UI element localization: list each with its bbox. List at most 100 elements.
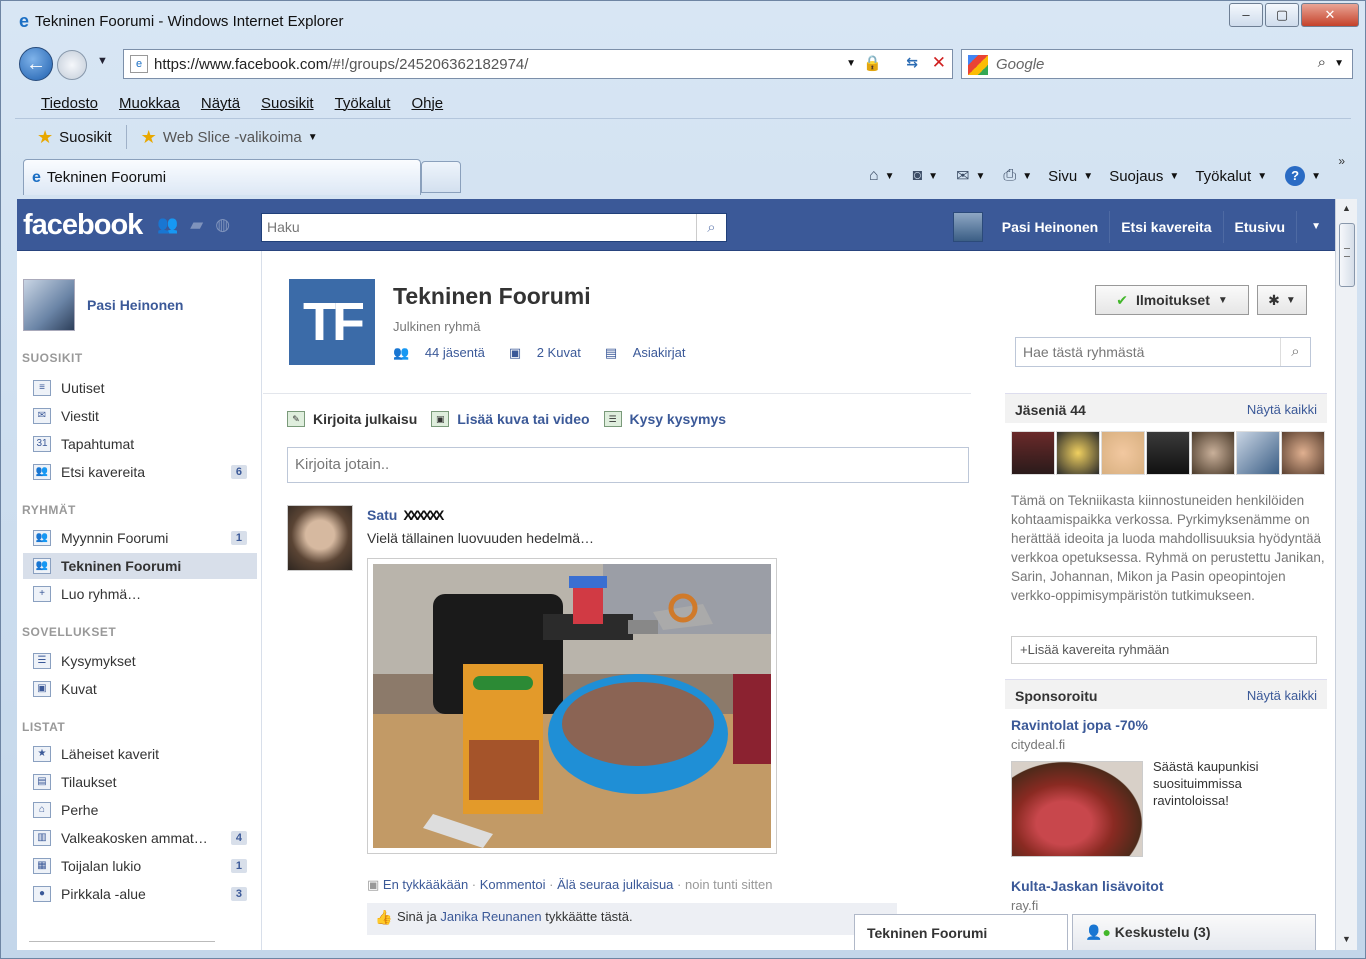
post-author-name[interactable]: Satu XXXXXX (367, 507, 444, 523)
safety-menu[interactable]: Suojaus (1109, 168, 1163, 185)
facebook-logo[interactable]: facebook (23, 209, 143, 242)
user-avatar[interactable] (952, 212, 983, 242)
add-photo-tab[interactable]: Lisää kuva tai video (457, 411, 589, 427)
forward-button[interactable] (57, 50, 87, 80)
scroll-up-icon[interactable]: ▲ (1342, 203, 1351, 213)
ad-domain[interactable]: citydeal.fi (1011, 737, 1065, 752)
new-tab-button[interactable] (421, 161, 461, 193)
sidebar-profile[interactable]: Pasi Heinonen (23, 279, 183, 331)
notifications-button[interactable]: ✔ Ilmoitukset ▼ (1095, 285, 1249, 315)
mail-dropdown-icon[interactable]: ▼ (975, 171, 985, 182)
tools-menu[interactable]: Työkalut (1195, 168, 1251, 185)
post-author-avatar[interactable] (287, 505, 353, 571)
menu-edit[interactable]: Muokkaa (119, 95, 180, 112)
refresh-icon[interactable]: ⇆ (906, 54, 918, 71)
member-avatar[interactable] (1236, 431, 1280, 475)
liker-name-link[interactable]: Janika Reunanen (440, 909, 541, 924)
friend-requests-icon[interactable]: 👥 (157, 215, 178, 235)
feeds-dropdown-icon[interactable]: ▼ (928, 171, 938, 182)
close-button[interactable]: ✕ (1301, 3, 1359, 27)
help-icon[interactable]: ? (1285, 166, 1306, 186)
docs-link[interactable]: ▤ Asiakirjat (605, 345, 698, 361)
menu-favorites[interactable]: Suosikit (261, 95, 314, 112)
feeds-icon[interactable]: ◙ (912, 167, 922, 185)
group-search-icon[interactable]: ⌕ (1280, 338, 1310, 366)
sponsored-see-all-link[interactable]: Näytä kaikki (1247, 688, 1317, 703)
menu-tools[interactable]: Työkalut (335, 95, 391, 112)
member-avatar[interactable] (1056, 431, 1100, 475)
sidebar-item-subscriptions[interactable]: ▤ Tilaukset (23, 769, 257, 795)
favorites-button[interactable]: Suosikit (59, 129, 112, 146)
sidebar-item-create-group[interactable]: + Luo ryhmä… (23, 581, 257, 607)
more-commands-icon[interactable]: » (1338, 154, 1345, 168)
member-avatar[interactable] (1281, 431, 1325, 475)
add-friends-button[interactable]: +Lisää kavereita ryhmään (1011, 636, 1317, 664)
facebook-search-icon[interactable]: ⌕ (696, 214, 726, 241)
vertical-scrollbar[interactable]: ▲ ▼ (1335, 199, 1357, 950)
scroll-down-icon[interactable]: ▼ (1342, 934, 1351, 944)
profile-name[interactable]: Pasi Heinonen (87, 297, 183, 313)
nav-home-link[interactable]: Etusivu (1222, 211, 1297, 243)
tools-menu-dropdown-icon[interactable]: ▼ (1257, 171, 1267, 182)
minimize-button[interactable]: ‒ (1229, 3, 1263, 27)
comment-link[interactable]: Kommentoi (480, 877, 546, 892)
sidebar-item-find-friends[interactable]: 👥 Etsi kavereita 6 (23, 459, 257, 485)
members-see-all-link[interactable]: Näytä kaikki (1247, 402, 1317, 417)
page-menu-dropdown-icon[interactable]: ▼ (1083, 171, 1093, 182)
sidebar-item-pirkkala[interactable]: ● Pirkkala -alue 3 (23, 881, 257, 907)
sidebar-item-sales-forum[interactable]: 👥 Myynnin Foorumi 1 (23, 525, 257, 551)
member-avatar[interactable] (1011, 431, 1055, 475)
member-avatar[interactable] (1101, 431, 1145, 475)
search-icon[interactable]: ⌕ (1318, 54, 1326, 71)
write-post-tab[interactable]: Kirjoita julkaisu (313, 411, 417, 427)
sidebar-item-toijala[interactable]: ▦ Toijalan lukio 1 (23, 853, 257, 879)
sidebar-item-valkeakoski[interactable]: ▥ Valkeakosken ammat… 4 (23, 825, 257, 851)
members-link[interactable]: 👥 44 jäsentä (393, 345, 497, 361)
url-dropdown-icon[interactable]: ▼ (846, 58, 856, 69)
sidebar-item-news[interactable]: ≡ Uutiset (23, 375, 257, 401)
nav-find-friends-link[interactable]: Etsi kavereita (1109, 211, 1222, 243)
group-title[interactable]: Tekninen Foorumi (393, 283, 591, 310)
stop-icon[interactable]: ✕ (932, 53, 946, 73)
print-icon[interactable]: ⎙ (1003, 167, 1016, 185)
safety-menu-dropdown-icon[interactable]: ▼ (1169, 171, 1179, 182)
post-input[interactable]: Kirjoita jotain.. (287, 447, 969, 483)
post-timestamp[interactable]: noin tunti sitten (685, 877, 772, 892)
search-dropdown-icon[interactable]: ▼ (1334, 58, 1344, 69)
chat-tab-group[interactable]: Tekninen Foorumi (854, 914, 1068, 950)
home-icon[interactable]: ⌂ (869, 167, 879, 185)
chat-tab-conversation[interactable]: 👤● Keskustelu (3) (1072, 914, 1316, 950)
webslice-dropdown-icon[interactable]: ▼ (308, 132, 318, 143)
back-button[interactable]: ← (19, 47, 53, 81)
maximize-button[interactable]: ▢ (1265, 3, 1299, 27)
menu-help[interactable]: Ohje (411, 95, 443, 112)
history-dropdown-icon[interactable]: ▼ (97, 55, 108, 67)
menu-view[interactable]: Näytä (201, 95, 240, 112)
menu-file[interactable]: Tiedosto (41, 95, 98, 112)
settings-button[interactable]: ✱ ▼ (1257, 285, 1307, 315)
ad-image[interactable] (1011, 761, 1143, 857)
sidebar-item-events[interactable]: 31 Tapahtumat (23, 431, 257, 457)
ad-title[interactable]: Kulta-Jaskan lisävoitot (1011, 878, 1164, 894)
lock-icon[interactable]: 🔒 (863, 54, 882, 72)
messages-icon[interactable]: ▰ (190, 215, 203, 235)
scroll-thumb[interactable] (1339, 223, 1355, 287)
webslice-gallery-link[interactable]: Web Slice -valikoima (163, 129, 302, 146)
unlike-link[interactable]: En tykkääkään (383, 877, 468, 892)
facebook-search-input[interactable]: Haku ⌕ (261, 213, 727, 242)
ad-text[interactable]: Säästä kaupunkisi suosituimmissa ravinto… (1153, 758, 1303, 809)
help-dropdown-icon[interactable]: ▼ (1311, 171, 1321, 182)
member-avatar[interactable] (1191, 431, 1235, 475)
ad-domain[interactable]: ray.fi (1011, 898, 1038, 913)
member-avatar[interactable] (1146, 431, 1190, 475)
ad-title[interactable]: Ravintolat jopa -70% (1011, 717, 1148, 733)
photos-link[interactable]: ▣ 2 Kuvat (509, 345, 593, 361)
page-menu[interactable]: Sivu (1048, 168, 1077, 185)
sidebar-item-messages[interactable]: ✉ Viestit (23, 403, 257, 429)
account-menu-icon[interactable]: ▼ (1296, 211, 1335, 243)
home-dropdown-icon[interactable]: ▼ (885, 171, 895, 182)
ask-question-tab[interactable]: Kysy kysymys (630, 411, 727, 427)
sidebar-item-questions[interactable]: ☰ Kysymykset (23, 648, 257, 674)
sidebar-item-technical-forum[interactable]: 👥 Tekninen Foorumi (23, 553, 257, 579)
group-picture[interactable]: TF (289, 279, 375, 365)
